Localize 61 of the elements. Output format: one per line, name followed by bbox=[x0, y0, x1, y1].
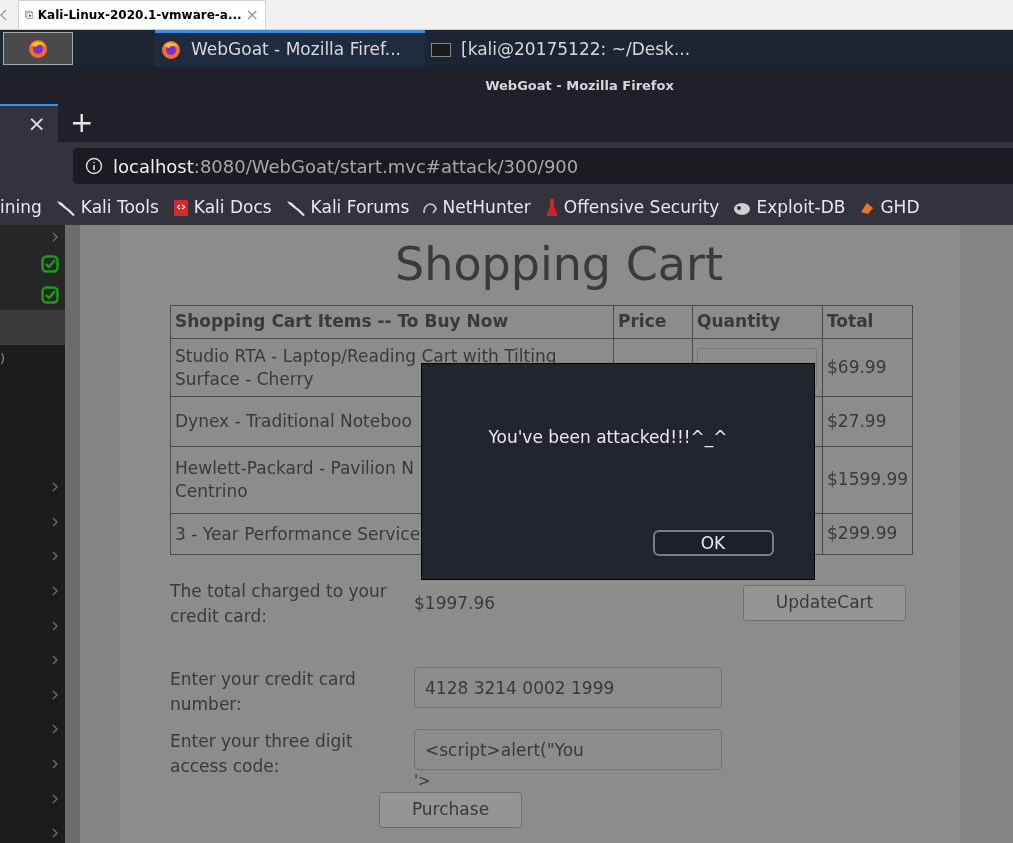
bookmark-item[interactable]: Kali Docs bbox=[172, 194, 272, 221]
taskbar-item[interactable]: WebGoat - Mozilla Firef... bbox=[155, 30, 425, 67]
terminal-icon bbox=[431, 43, 451, 57]
vm-tab[interactable]: Kali-Linux-2020.1-vmware-a... × bbox=[18, 0, 266, 29]
table-cell: $1599.99 bbox=[822, 446, 913, 514]
chevron-right-icon bbox=[51, 828, 59, 839]
chevron-right-icon bbox=[51, 724, 59, 735]
address-bar[interactable]: localhost:8080/WebGoat/start.mvc#attack/300/900 bbox=[73, 148, 1013, 184]
sidebar-label: ) bbox=[0, 350, 6, 368]
taskbar-label: WebGoat - Mozilla Firef... bbox=[191, 38, 401, 62]
total-label: The total charged to your credit card: bbox=[170, 580, 388, 628]
chevron-left-icon[interactable] bbox=[0, 9, 8, 21]
browser-tab[interactable]: × bbox=[0, 104, 58, 142]
access-code-label: Enter your three digit access code: bbox=[170, 730, 354, 778]
chevron-right-icon bbox=[51, 231, 59, 242]
vm-tab-title: Kali-Linux-2020.1-vmware-a... bbox=[37, 7, 242, 24]
new-tab-button[interactable]: + bbox=[70, 109, 94, 137]
chevron-right-icon bbox=[51, 793, 59, 804]
chevron-right-icon bbox=[51, 586, 59, 597]
table-cell: $69.99 bbox=[822, 338, 913, 397]
firefox-icon bbox=[161, 40, 181, 60]
document-icon bbox=[172, 198, 189, 217]
update-cart-button[interactable]: UpdateCart bbox=[743, 585, 906, 621]
firefox-icon bbox=[28, 38, 48, 59]
table-cell: $299.99 bbox=[822, 513, 913, 555]
bookmark-item[interactable]: GHD bbox=[859, 194, 920, 221]
hook-icon bbox=[423, 200, 438, 215]
table-cell: $27.99 bbox=[822, 396, 913, 447]
taskbar-label: [kali@20175122: ~/Desk... bbox=[461, 38, 691, 62]
check-square-icon bbox=[41, 285, 59, 304]
total-value: $1997.96 bbox=[414, 592, 496, 615]
window-title: WebGoat - Mozilla Firefox bbox=[485, 76, 674, 95]
chevron-right-icon bbox=[51, 516, 59, 527]
check-square-icon bbox=[41, 254, 59, 273]
flask-icon bbox=[544, 197, 559, 218]
overflow-text: '> bbox=[414, 771, 432, 792]
chevron-right-icon bbox=[51, 689, 59, 700]
chevron-right-icon bbox=[51, 759, 59, 770]
bookmark-item[interactable]: Kali Forums bbox=[285, 194, 410, 221]
ok-button[interactable]: OK bbox=[652, 530, 774, 556]
close-icon[interactable]: × bbox=[27, 113, 46, 135]
app-launcher-button[interactable] bbox=[3, 32, 73, 65]
column-header: Quantity bbox=[692, 305, 823, 339]
sidebar-item[interactable] bbox=[0, 279, 65, 310]
bookmark-item[interactable]: ining bbox=[0, 194, 42, 221]
bookmark-item[interactable]: NetHunter bbox=[423, 194, 531, 221]
bookmark-item[interactable]: Offensive Security bbox=[544, 194, 720, 221]
chevron-right-icon bbox=[51, 620, 59, 631]
column-header: Price bbox=[613, 305, 693, 339]
chevron-right-icon bbox=[51, 482, 59, 493]
bookmark-item[interactable]: Kali Tools bbox=[55, 194, 159, 221]
column-header: Total bbox=[822, 305, 913, 339]
url-text: localhost:8080/WebGoat/start.mvc#attack/300/900 bbox=[113, 154, 579, 179]
chevron-right-icon bbox=[51, 655, 59, 666]
chevron-right-icon bbox=[51, 551, 59, 562]
taskbar-item[interactable]: [kali@20175122: ~/Desk... bbox=[425, 30, 705, 67]
card-number-label: Enter your credit card number: bbox=[170, 668, 357, 716]
info-icon[interactable] bbox=[85, 157, 103, 175]
column-header: Shopping Cart Items -- To Buy Now bbox=[170, 305, 614, 339]
bookmark-item[interactable]: Exploit-DB bbox=[733, 194, 846, 221]
purchase-button[interactable]: Purchase bbox=[379, 792, 522, 828]
